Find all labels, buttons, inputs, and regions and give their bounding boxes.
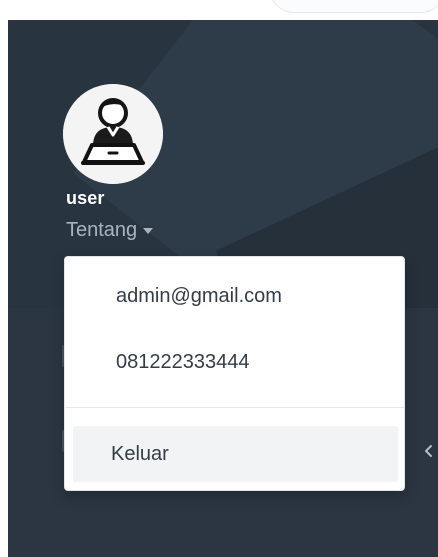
top-strip xyxy=(0,0,438,20)
avatar[interactable] xyxy=(63,84,163,184)
user-about-dropdown-menu: admin@gmail.com 081222333444 Keluar xyxy=(64,256,405,491)
page: user Tentang admin@gmail.com 08122233344… xyxy=(0,0,438,557)
dropdown-divider xyxy=(65,407,404,408)
about-toggle-label: Tentang xyxy=(66,219,138,241)
top-curve-decoration xyxy=(269,0,438,13)
dropdown-email: admin@gmail.com xyxy=(116,285,282,307)
username: user xyxy=(66,188,105,208)
dropdown-phone: 081222333444 xyxy=(116,351,250,373)
about-dropdown-toggle[interactable]: Tentang xyxy=(66,218,154,242)
caret-down-icon xyxy=(143,227,154,234)
logout-menu-item[interactable]: Keluar xyxy=(73,426,398,482)
user-at-laptop-icon xyxy=(63,84,163,184)
chevron-left-icon[interactable] xyxy=(423,444,434,458)
